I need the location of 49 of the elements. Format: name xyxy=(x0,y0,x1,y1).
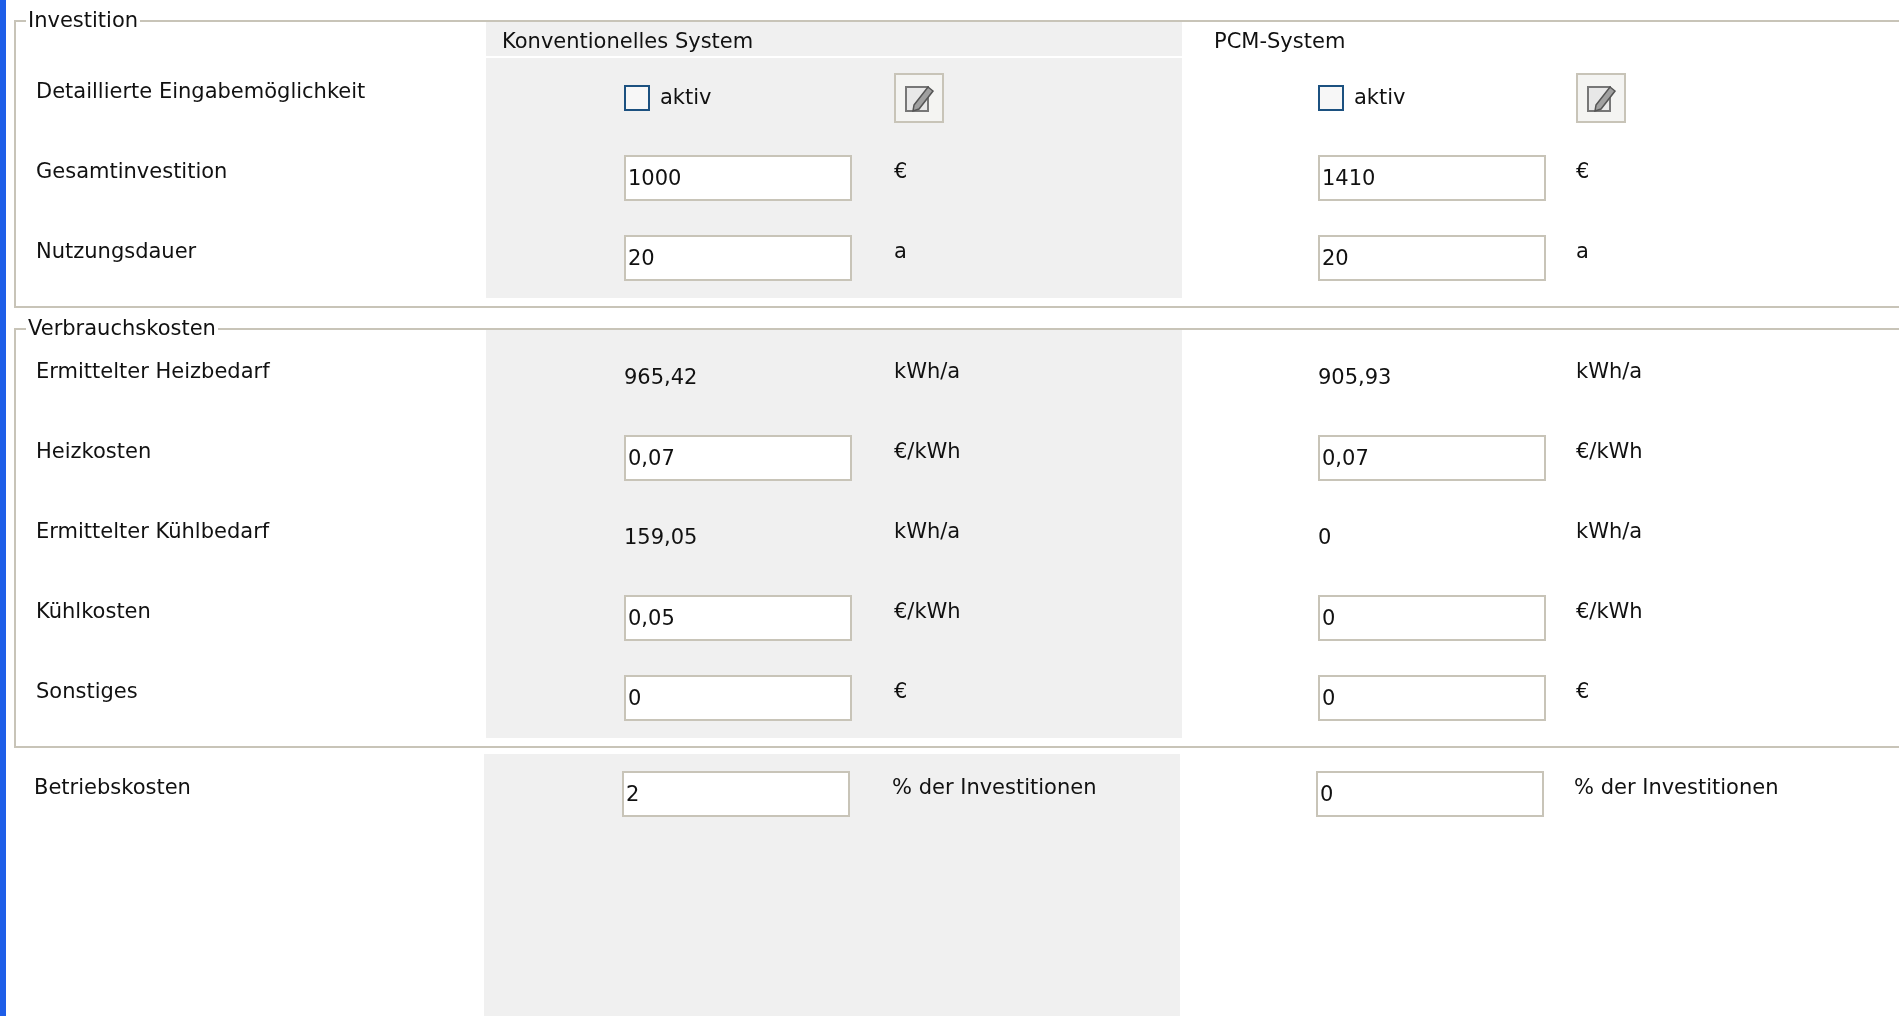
unit-label: € xyxy=(894,157,908,185)
edit-button[interactable] xyxy=(894,72,944,123)
computed-value: 159,05 xyxy=(624,523,699,551)
input-field[interactable]: 0,07 xyxy=(624,434,852,481)
input-field[interactable]: 1410 xyxy=(1318,154,1546,201)
input-field[interactable]: 0 xyxy=(1318,594,1546,641)
unit-label: € xyxy=(894,677,908,705)
unit-label: €/kWh xyxy=(894,437,961,465)
computed-value: 905,93 xyxy=(1318,363,1393,391)
input-field[interactable]: 2 xyxy=(622,770,850,817)
input-field[interactable]: 20 xyxy=(624,234,852,281)
row-label: Gesamtinvestition xyxy=(36,157,228,185)
unit-label: € xyxy=(1576,677,1590,705)
checkbox-label: aktiv xyxy=(1354,83,1406,111)
unit-label: €/kWh xyxy=(1576,597,1643,625)
row-label: Heizkosten xyxy=(36,437,152,465)
computed-value: 965,42 xyxy=(624,363,699,391)
unit-label: € xyxy=(1576,157,1590,185)
column-header: PCM-System xyxy=(1214,29,1346,53)
unit-label: a xyxy=(894,237,907,265)
unit-label: kWh/a xyxy=(1576,357,1643,385)
input-field[interactable]: 0,05 xyxy=(624,594,852,641)
unit-label: kWh/a xyxy=(894,357,961,385)
computed-value: 0 xyxy=(1318,523,1333,551)
input-field[interactable]: 0 xyxy=(1318,674,1546,721)
unit-label: kWh/a xyxy=(894,517,961,545)
checkbox[interactable] xyxy=(1318,84,1344,111)
unit-label: % der Investitionen xyxy=(892,773,1097,801)
input-field[interactable]: 0,07 xyxy=(1318,434,1546,481)
row-label: Nutzungsdauer xyxy=(36,237,197,265)
input-field[interactable]: 0 xyxy=(1316,770,1544,817)
row-label: Ermittelter Kühlbedarf xyxy=(36,517,270,545)
row-label: Betriebskosten xyxy=(34,773,191,801)
input-field[interactable]: 1000 xyxy=(624,154,852,201)
unit-label: €/kWh xyxy=(894,597,961,625)
column-header: Konventionelles System xyxy=(502,29,754,53)
row-label: Sonstiges xyxy=(36,677,138,705)
input-field[interactable]: 20 xyxy=(1318,234,1546,281)
unit-label: % der Investitionen xyxy=(1574,773,1779,801)
checkbox[interactable] xyxy=(624,84,650,111)
edit-button[interactable] xyxy=(1576,72,1626,123)
checkbox-label: aktiv xyxy=(660,83,712,111)
row-label: Kühlkosten xyxy=(36,597,151,625)
unit-label: a xyxy=(1576,237,1589,265)
row-label: Ermittelter Heizbedarf xyxy=(36,357,270,385)
input-field[interactable]: 0 xyxy=(624,674,852,721)
row-label: Detaillierte Eingabemöglichkeit xyxy=(36,77,366,105)
unit-label: €/kWh xyxy=(1576,437,1643,465)
unit-label: kWh/a xyxy=(1576,517,1643,545)
